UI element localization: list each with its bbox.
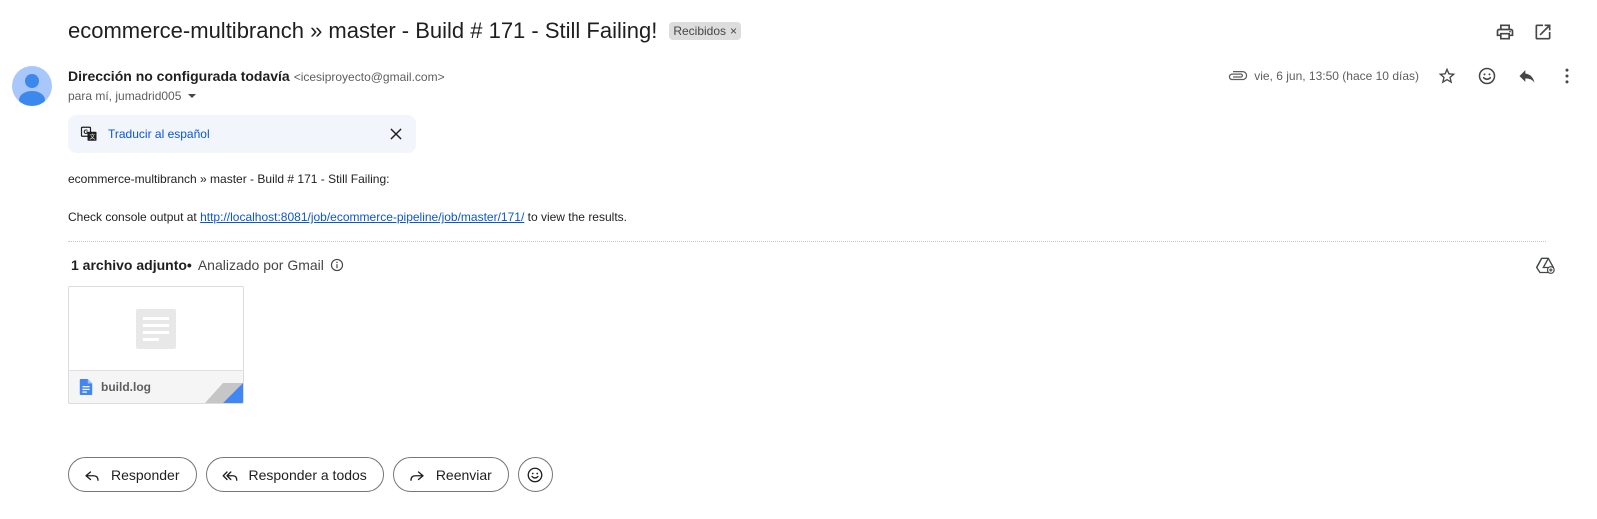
forward-button[interactable]: Reenviar [392,457,509,492]
remove-label-button[interactable]: × [730,24,737,38]
sender-email: <icesiproyecto@gmail.com> [293,70,445,84]
label-chip-text: Recibidos [673,24,727,38]
analyzed-by-gmail: Analizado por Gmail [197,257,324,273]
attachment-card[interactable]: build.log [68,286,244,404]
console-output-link[interactable]: http://localhost:8081/job/ecommerce-pipe… [200,210,524,224]
email-subject: ecommerce-multibranch » master - Build #… [68,18,658,43]
reply-label: Responder [111,466,180,483]
file-type-corner [205,383,243,403]
sender-name[interactable]: Dirección no configurada todavía [68,68,290,84]
reply-all-button[interactable]: Responder a todos [205,457,384,492]
add-to-drive-icon[interactable] [1535,255,1555,275]
body-line-1: ecommerce-multibranch » master - Build #… [68,172,390,186]
attachment-preview [69,287,243,371]
translate-banner: G文 Traducir al español [68,115,416,153]
sender-row: Dirección no configurada todavía <icesip… [68,68,445,84]
reply-actions: Responder Responder a todos Reenviar [68,457,553,492]
translate-icon: G文 [80,126,97,141]
attachment-separator: • [186,257,192,273]
translate-link[interactable]: Traducir al español [108,127,388,141]
message-meta: vie, 6 jun, 13:50 (hace 10 días) [1228,66,1577,86]
reply-all-label: Responder a todos [248,466,367,483]
message-date: vie, 6 jun, 13:50 (hace 10 días) [1254,69,1419,83]
attachments-divider [68,241,1546,242]
open-in-new-window-icon[interactable] [1533,22,1553,42]
emoji-icon[interactable] [1477,66,1497,86]
forward-icon [410,470,424,481]
reply-button[interactable]: Responder [68,457,197,492]
info-icon[interactable] [330,258,344,272]
forward-label: Reenviar [435,466,492,483]
attachment-count: 1 archivo adjunto [71,257,187,273]
attachment-file-name: build.log [101,380,151,394]
emoji-icon [527,467,543,482]
top-toolbar [1495,22,1553,42]
attachments-header: 1 archivo adjunto • Analizado por Gmail [71,257,344,273]
message-actions [1437,66,1577,86]
reply-icon [85,470,99,481]
paperclip-icon [1228,66,1248,86]
body-line-2-prefix: Check console output at [68,210,201,224]
more-vertical-icon[interactable] [1557,66,1577,86]
body-line-2-suffix: to view the results. [524,210,627,224]
label-chip-inbox[interactable]: Recibidos × [669,22,742,40]
print-icon[interactable] [1495,22,1515,42]
body-line-2: Check console output at http://localhost… [68,210,627,224]
sender-avatar[interactable] [12,66,52,106]
subject-row: ecommerce-multibranch » master - Build #… [68,18,742,44]
recipients-text: para mí, jumadrid005 [68,89,182,103]
recipient-row: para mí, jumadrid005 [68,89,199,103]
close-icon[interactable] [388,126,404,142]
google-docs-icon [79,379,93,395]
reply-all-icon [222,470,237,481]
star-icon[interactable] [1437,66,1457,86]
svg-text:文: 文 [89,133,95,141]
emoji-reaction-button[interactable] [517,457,553,492]
reply-icon[interactable] [1517,66,1537,86]
document-placeholder-icon [136,308,176,349]
chevron-down-icon[interactable] [185,89,199,103]
